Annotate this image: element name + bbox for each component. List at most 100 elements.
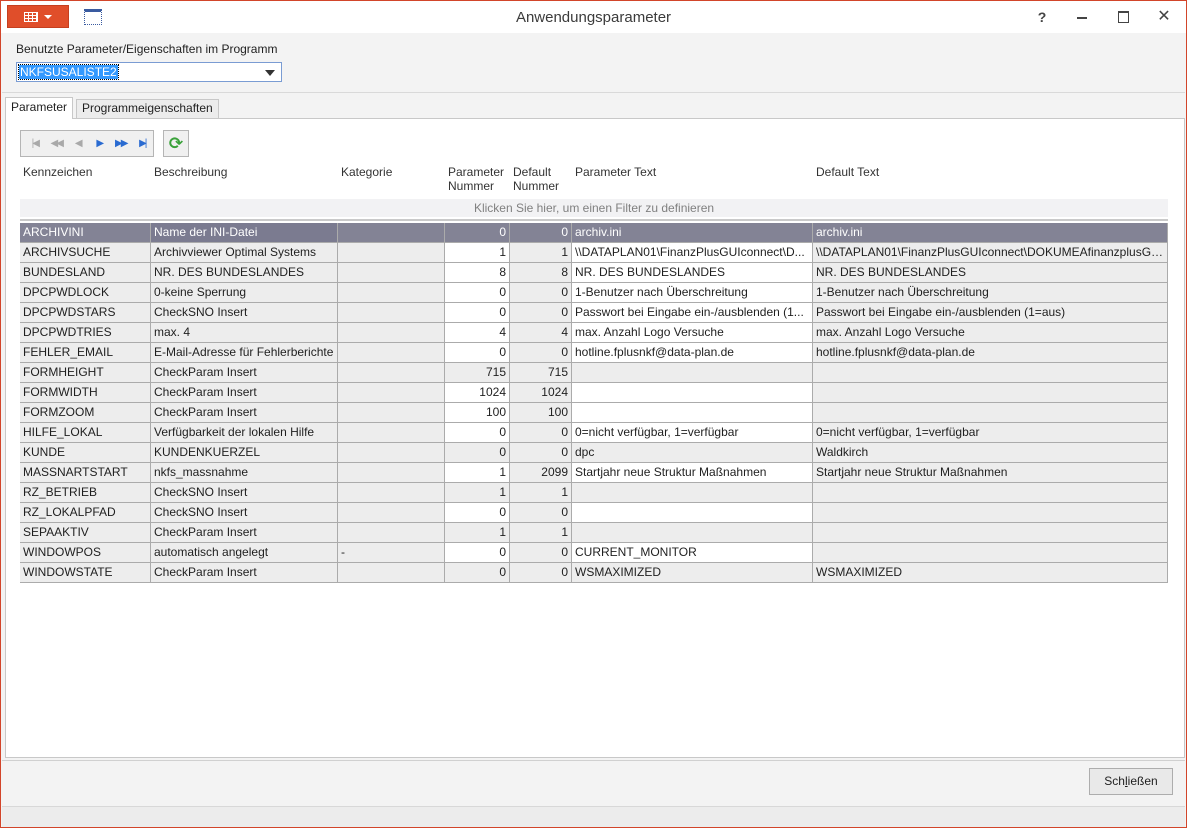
cell-parameter-nummer[interactable]: 1 [445, 243, 510, 262]
cell-kategorie [338, 383, 445, 402]
cell-parameter-text[interactable]: NR. DES BUNDESLANDES [572, 263, 813, 282]
cell-parameter-nummer[interactable]: 1 [445, 463, 510, 482]
cell-beschreibung: Verfügbarkeit der lokalen Hilfe [151, 423, 338, 442]
table-row[interactable]: DPCPWDSTARS CheckSNO Insert 0 0 Passwort… [20, 303, 1168, 323]
chevron-down-icon[interactable] [265, 70, 275, 76]
previous-record-icon[interactable]: ◀ [67, 134, 89, 154]
table-row[interactable]: MASSNARTSTART nkfs_massnahme 1 2099 Star… [20, 463, 1168, 483]
table-row[interactable]: BUNDESLAND NR. DES BUNDESLANDES 8 8 NR. … [20, 263, 1168, 283]
cell-parameter-nummer[interactable]: 1 [445, 523, 510, 542]
next-page-icon[interactable]: ▶▶ [110, 134, 132, 154]
tab-programmeigenschaften[interactable]: Programmeigenschaften [76, 99, 219, 118]
cell-beschreibung: max. 4 [151, 323, 338, 342]
cell-parameter-nummer[interactable]: 0 [445, 443, 510, 462]
cell-beschreibung: CheckParam Insert [151, 403, 338, 422]
column-header-default-nummer[interactable]: Default Nummer [513, 165, 572, 198]
cell-beschreibung: CheckParam Insert [151, 363, 338, 382]
table-row[interactable]: SEPAAKTIV CheckParam Insert 1 1 [20, 523, 1168, 543]
refresh-button[interactable]: ⟳ [163, 130, 189, 157]
column-header-parameter-text[interactable]: Parameter Text [575, 165, 813, 198]
column-header-beschreibung[interactable]: Beschreibung [154, 165, 338, 198]
table-row[interactable]: DPCPWDTRIES max. 4 4 4 max. Anzahl Logo … [20, 323, 1168, 343]
table-row[interactable]: KUNDE KUNDENKUERZEL 0 0 dpc Waldkirch [20, 443, 1168, 463]
cell-parameter-nummer[interactable]: 0 [445, 283, 510, 302]
tab-parameter[interactable]: Parameter [5, 97, 74, 119]
cell-parameter-nummer[interactable]: 0 [445, 503, 510, 522]
close-window-button[interactable]: ✕ [1152, 7, 1176, 27]
cell-default-text: hotline.fplusnkf@data-plan.de [813, 343, 1168, 362]
cell-parameter-text[interactable]: hotline.fplusnkf@data-plan.de [572, 343, 813, 362]
table-row[interactable]: FORMWIDTH CheckParam Insert 1024 1024 [20, 383, 1168, 403]
cell-kennzeichen: FORMWIDTH [20, 383, 151, 402]
minimize-button[interactable] [1070, 7, 1094, 27]
table-row[interactable]: WINDOWPOS automatisch angelegt - 0 0 CUR… [20, 543, 1168, 563]
column-header-kategorie[interactable]: Kategorie [341, 165, 445, 198]
previous-page-icon[interactable]: ◀◀ [46, 134, 68, 154]
cell-parameter-nummer[interactable]: 0 [445, 303, 510, 322]
close-button[interactable]: Schließen [1089, 768, 1173, 795]
cell-default-text [813, 483, 1168, 502]
cell-parameter-text[interactable]: CURRENT_MONITOR [572, 543, 813, 562]
cell-kategorie [338, 403, 445, 422]
cell-parameter-text[interactable]: \\DATAPLAN01\FinanzPlusGUIconnect\D... [572, 243, 813, 262]
cell-parameter-nummer[interactable]: 4 [445, 323, 510, 342]
cell-parameter-nummer[interactable]: 1 [445, 483, 510, 502]
cell-parameter-nummer[interactable]: 1024 [445, 383, 510, 402]
cell-parameter-text[interactable] [572, 523, 813, 542]
cell-beschreibung: CheckSNO Insert [151, 483, 338, 502]
table-row[interactable]: HILFE_LOKAL Verfügbarkeit der lokalen Hi… [20, 423, 1168, 443]
parameter-table: ARCHIVINI Name der INI-Datei 0 0 archiv.… [20, 223, 1168, 583]
next-record-icon[interactable]: ▶ [89, 134, 111, 154]
first-record-icon[interactable]: |◀ [24, 134, 46, 154]
cell-default-nummer: 0 [510, 563, 572, 582]
table-row[interactable]: FEHLER_EMAIL E-Mail-Adresse für Fehlerbe… [20, 343, 1168, 363]
cell-parameter-text[interactable] [572, 483, 813, 502]
cell-parameter-text[interactable] [572, 383, 813, 402]
cell-parameter-text[interactable]: WSMAXIMIZED [572, 563, 813, 582]
divider [2, 760, 1185, 761]
header-line: Beschreibung [154, 165, 228, 179]
last-record-icon[interactable]: ▶| [132, 134, 154, 154]
cell-beschreibung: CheckSNO Insert [151, 303, 338, 322]
cell-parameter-nummer[interactable]: 715 [445, 363, 510, 382]
cell-parameter-nummer[interactable]: 0 [445, 543, 510, 562]
help-button[interactable]: ? [1030, 7, 1054, 27]
table-row[interactable]: ARCHIVSUCHE Archivviewer Optimal Systems… [20, 243, 1168, 263]
cell-parameter-text[interactable] [572, 363, 813, 382]
table-row[interactable]: ARCHIVINI Name der INI-Datei 0 0 archiv.… [20, 223, 1168, 243]
table-row[interactable]: FORMHEIGHT CheckParam Insert 715 715 [20, 363, 1168, 383]
cell-parameter-text[interactable]: max. Anzahl Logo Versuche [572, 323, 813, 342]
cell-parameter-text[interactable]: archiv.ini [572, 223, 813, 242]
table-row[interactable]: FORMZOOM CheckParam Insert 100 100 [20, 403, 1168, 423]
cell-default-text [813, 543, 1168, 562]
table-row[interactable]: RZ_LOKALPFAD CheckSNO Insert 0 0 [20, 503, 1168, 523]
cell-kennzeichen: WINDOWPOS [20, 543, 151, 562]
cell-parameter-text[interactable]: dpc [572, 443, 813, 462]
column-header-kennzeichen[interactable]: Kennzeichen [23, 165, 151, 198]
filter-row[interactable]: Klicken Sie hier, um einen Filter zu def… [20, 199, 1168, 217]
cell-default-nummer: 0 [510, 423, 572, 442]
parameter-set-select[interactable]: NKFSUSALISTE2 [16, 62, 282, 82]
table-row[interactable]: RZ_BETRIEB CheckSNO Insert 1 1 [20, 483, 1168, 503]
column-header-parameter-nummer[interactable]: Parameter Nummer [448, 165, 510, 198]
column-header-default-text[interactable]: Default Text [816, 165, 1166, 198]
maximize-button[interactable] [1111, 7, 1135, 27]
cell-parameter-text[interactable]: 0=nicht verfügbar, 1=verfügbar [572, 423, 813, 442]
cell-parameter-nummer[interactable]: 0 [445, 343, 510, 362]
cell-parameter-nummer[interactable]: 0 [445, 563, 510, 582]
cell-kennzeichen: SEPAAKTIV [20, 523, 151, 542]
cell-parameter-text[interactable]: Passwort bei Eingabe ein-/ausblenden (1.… [572, 303, 813, 322]
close-label-suffix: ießen [1127, 774, 1158, 788]
cell-parameter-nummer[interactable]: 0 [445, 423, 510, 442]
cell-parameter-nummer[interactable]: 0 [445, 223, 510, 242]
cell-parameter-nummer[interactable]: 100 [445, 403, 510, 422]
cell-kategorie [338, 483, 445, 502]
cell-parameter-text[interactable]: Startjahr neue Struktur Maßnahmen [572, 463, 813, 482]
table-row[interactable]: DPCPWDLOCK 0-keine Sperrung 0 0 1-Benutz… [20, 283, 1168, 303]
cell-parameter-text[interactable]: 1-Benutzer nach Überschreitung [572, 283, 813, 302]
cell-parameter-nummer[interactable]: 8 [445, 263, 510, 282]
table-row[interactable]: WINDOWSTATE CheckParam Insert 0 0 WSMAXI… [20, 563, 1168, 583]
cell-default-text [813, 363, 1168, 382]
cell-parameter-text[interactable] [572, 403, 813, 422]
cell-parameter-text[interactable] [572, 503, 813, 522]
